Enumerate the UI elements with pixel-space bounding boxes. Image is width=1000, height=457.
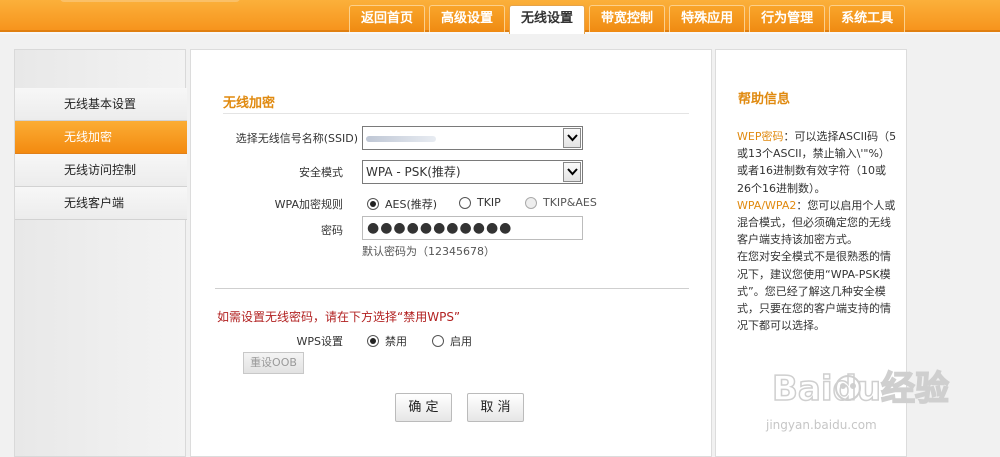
- ssid-value-blurred: [366, 136, 436, 142]
- wps-radio-enable[interactable]: 启用: [432, 333, 472, 349]
- content-panel: 无线加密 选择无线信号名称(SSID) 安全模式 WPA - PSK(推荐) W…: [190, 49, 712, 457]
- sidebar-item-access-control[interactable]: 无线访问控制: [15, 154, 187, 187]
- radio-unchecked-icon: [459, 196, 471, 209]
- security-mode-value: WPA - PSK(推荐): [366, 165, 461, 179]
- wpa-rule-label: WPA加密规则: [274, 198, 343, 211]
- radio-checked-icon: [367, 198, 379, 210]
- wpa-radio-tkip-label: TKIP: [477, 196, 501, 209]
- ssid-label: 选择无线信号名称(SSID): [235, 132, 358, 145]
- wps-radio-disable-label: 禁用: [385, 335, 407, 348]
- sidebar-item-clients[interactable]: 无线客户端: [15, 187, 187, 220]
- watermark-brand: Baidu经验: [772, 369, 949, 409]
- ok-button[interactable]: 确 定: [395, 393, 452, 422]
- form-divider: [215, 288, 689, 289]
- security-mode-select[interactable]: WPA - PSK(推荐): [362, 160, 583, 184]
- tab-home[interactable]: 返回首页: [349, 5, 426, 32]
- radio-unchecked-icon: [432, 335, 444, 347]
- wpa-radio-tkip-aes[interactable]: TKIP&AES: [525, 196, 597, 209]
- main-nav-tabs: 返回首页 高级设置 无线设置 带宽控制 特殊应用 行为管理 系统工具: [349, 5, 906, 34]
- tab-behavior[interactable]: 行为管理: [749, 5, 826, 32]
- help-wpa-key: WPA/WPA2: [737, 198, 797, 212]
- section-divider: [223, 113, 689, 114]
- tab-special-apps[interactable]: 特殊应用: [669, 5, 746, 32]
- wps-warning: 如需设置无线密码，请在下方选择“禁用WPS”: [217, 310, 461, 324]
- sidebar-item-encryption[interactable]: 无线加密: [15, 121, 187, 154]
- wps-radio-enable-label: 启用: [450, 335, 472, 348]
- sidebar: 无线基本设置 无线加密 无线访问控制 无线客户端: [14, 49, 187, 457]
- wps-radio-disable[interactable]: 禁用: [367, 333, 407, 349]
- password-hint: 默认密码为（12345678）: [362, 245, 495, 258]
- chevron-down-icon: [563, 128, 581, 148]
- logo: [60, 0, 240, 2]
- password-label: 密码: [321, 224, 343, 237]
- reset-oob-button[interactable]: 重设OOB: [243, 352, 304, 374]
- top-banner: 返回首页 高级设置 无线设置 带宽控制 特殊应用 行为管理 系统工具: [0, 0, 1000, 34]
- help-tip-text: 在您对安全模式不是很熟悉的情况下，建议您使用“WPA-PSK模式”。您已经了解这…: [737, 250, 891, 333]
- tab-system-tools[interactable]: 系统工具: [829, 5, 906, 32]
- ssid-select[interactable]: [362, 126, 583, 150]
- watermark-url: jingyan.baidu.com: [766, 418, 877, 432]
- help-wep-key: WEP密码: [737, 130, 784, 143]
- wpa-radio-tkip[interactable]: TKIP: [459, 196, 501, 209]
- radio-checked-icon: [367, 335, 379, 347]
- chevron-down-icon: [563, 162, 581, 182]
- password-input[interactable]: ●●●●●●●●●●●: [362, 216, 583, 240]
- help-body: WEP密码：可以选择ASCII码（5或13个ASCII，禁止输入\'"%）或者1…: [737, 128, 897, 334]
- radio-disabled-icon: [525, 196, 537, 209]
- wpa-radio-tkip-aes-label: TKIP&AES: [543, 196, 597, 209]
- section-title: 无线加密: [223, 96, 276, 111]
- wps-label: WPS设置: [296, 335, 344, 348]
- help-title: 帮助信息: [738, 92, 791, 107]
- tab-advanced[interactable]: 高级设置: [429, 5, 506, 32]
- wpa-radio-aes-label: AES(推荐): [385, 198, 438, 211]
- tab-wireless[interactable]: 无线设置: [509, 5, 586, 34]
- cancel-button[interactable]: 取 消: [467, 393, 524, 422]
- sidebar-item-basic[interactable]: 无线基本设置: [15, 88, 187, 121]
- wpa-radio-aes[interactable]: AES(推荐): [367, 196, 437, 212]
- tab-bandwidth[interactable]: 带宽控制: [589, 5, 666, 32]
- security-mode-label: 安全模式: [299, 166, 343, 179]
